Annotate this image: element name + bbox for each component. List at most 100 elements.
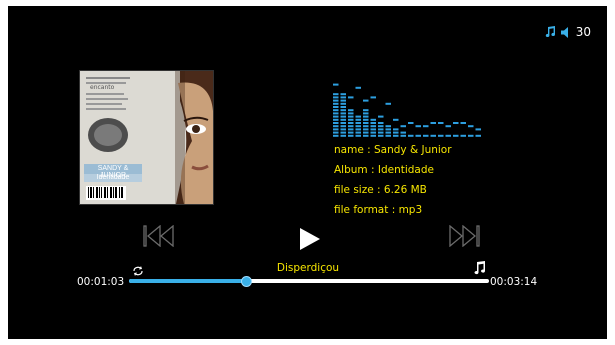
spectrum-segment <box>333 125 339 128</box>
spectrum-segment <box>333 112 339 115</box>
spectrum-segment <box>460 134 466 137</box>
spectrum-peak <box>430 122 436 124</box>
spectrum-peak <box>348 96 354 99</box>
spectrum-peak <box>400 125 406 128</box>
spectrum-segment <box>348 128 354 131</box>
music-note-icon <box>545 26 556 38</box>
spectrum-segment <box>333 109 339 112</box>
spectrum-peak <box>408 122 414 124</box>
track-file-size: file size : 6.26 MB <box>334 184 427 196</box>
spectrum-segment <box>340 125 346 128</box>
spectrum-bars <box>333 83 481 137</box>
previous-button[interactable] <box>143 224 175 251</box>
repeat-icon <box>133 266 143 276</box>
spectrum-segment <box>355 131 361 134</box>
spectrum-segment <box>408 134 414 137</box>
spectrum-segment <box>340 99 346 102</box>
spectrum-segment <box>393 128 399 131</box>
spectrum-peak <box>385 102 391 105</box>
spectrum-segment <box>348 131 354 134</box>
progress-handle[interactable] <box>241 276 252 287</box>
spectrum-segment <box>363 128 369 131</box>
spectrum-segment <box>340 134 346 137</box>
spectrum-segment <box>468 134 474 137</box>
spectrum-segment <box>423 134 429 137</box>
speaker-icon[interactable] <box>560 26 571 38</box>
spectrum-segment <box>355 115 361 118</box>
spectrum-peak <box>438 122 444 124</box>
spectrum-peak <box>378 115 384 118</box>
spectrum-segment <box>378 125 384 128</box>
music-note-icon <box>474 261 486 275</box>
spectrum-segment <box>370 118 376 121</box>
progress-bar[interactable] <box>129 276 489 287</box>
spectrum-segment <box>385 134 391 137</box>
spectrum-segment <box>363 118 369 121</box>
spectrum-segment <box>363 109 369 112</box>
track-file-format: file format : mp3 <box>334 204 423 216</box>
spectrum-segment <box>340 115 346 118</box>
spectrum-segment <box>348 125 354 128</box>
spectrum-segment <box>385 131 391 134</box>
spectrum-segment <box>355 134 361 137</box>
spectrum-segment <box>355 118 361 121</box>
spectrum-segment <box>333 131 339 134</box>
spectrum-segment <box>340 106 346 108</box>
spectrum-peak <box>415 125 421 128</box>
skip-previous-icon <box>143 224 174 248</box>
spectrum-segment <box>340 96 346 99</box>
track-info: name : Sandy & Junior Album : Identidade… <box>334 140 452 220</box>
now-playing-title: Disperdiçou <box>276 262 340 274</box>
spectrum-peak <box>423 125 429 128</box>
spectrum-segment <box>363 115 369 118</box>
total-time: 00:03:14 <box>490 276 538 288</box>
spectrum-segment <box>393 131 399 134</box>
spectrum-segment <box>333 102 339 105</box>
spectrum-peak <box>468 125 474 128</box>
spectrum-segment <box>355 128 361 131</box>
spectrum-peak <box>370 96 376 99</box>
spectrum-segment <box>333 96 339 99</box>
spectrum-peak <box>355 86 361 89</box>
play-button[interactable] <box>300 228 320 254</box>
spectrum-segment <box>370 134 376 137</box>
spectrum-segment <box>378 128 384 131</box>
track-name: name : Sandy & Junior <box>334 144 452 156</box>
spectrum-segment <box>340 128 346 131</box>
spectrum-segment <box>370 128 376 131</box>
spectrum-segment <box>333 106 339 108</box>
album-art: encanto SANDY & JUNIOR Identidade <box>79 70 214 205</box>
spectrum-segment <box>340 112 346 115</box>
spectrum-segment <box>333 122 339 124</box>
spectrum-segment <box>363 122 369 124</box>
spectrum-segment <box>393 134 399 137</box>
spectrum-segment <box>333 134 339 137</box>
spectrum-segment <box>363 131 369 134</box>
spectrum-peak <box>475 128 481 131</box>
player-screen: 30 encanto SANDY & JUNIOR Identidade nam… <box>8 6 607 339</box>
spectrum-segment <box>340 122 346 124</box>
spectrum-segment <box>430 134 436 137</box>
spectrum-segment <box>385 125 391 128</box>
play-icon <box>300 228 320 250</box>
spectrum-segment <box>445 134 451 137</box>
spectrum-segment <box>453 134 459 137</box>
spectrum-segment <box>333 93 339 96</box>
spectrum-segment <box>370 122 376 124</box>
music-mode-button[interactable] <box>474 260 486 279</box>
spectrum-segment <box>363 112 369 115</box>
spectrum-segment <box>415 134 421 137</box>
spectrum-segment <box>378 134 384 137</box>
status-bar: 30 <box>545 25 591 39</box>
spectrum-peak <box>333 83 339 86</box>
spectrum-segment <box>333 118 339 121</box>
spectrum-segment <box>348 112 354 115</box>
spectrum-segment <box>340 109 346 112</box>
track-album: Album : Identidade <box>334 164 434 176</box>
next-button[interactable] <box>448 224 480 251</box>
spectrum-visualizer <box>333 83 481 137</box>
spectrum-segment <box>370 131 376 134</box>
spectrum-peak <box>393 118 399 121</box>
spectrum-segment <box>355 122 361 124</box>
spectrum-segment <box>363 125 369 128</box>
